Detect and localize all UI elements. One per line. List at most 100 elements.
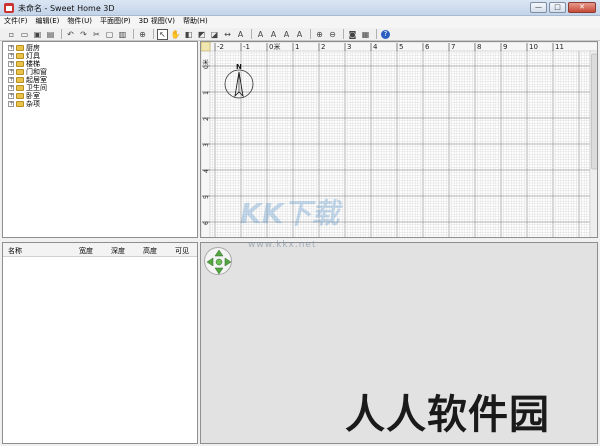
folder-icon	[16, 93, 24, 99]
column-visible[interactable]: 可见	[175, 246, 189, 256]
create-dimensions-icon[interactable]: ↔	[222, 29, 233, 40]
ruler-x-label: -2	[217, 43, 224, 51]
furniture-table: 名称 宽度 深度 高度 可见	[2, 242, 198, 444]
vertical-ruler	[201, 42, 211, 237]
save-as-icon[interactable]: ▤	[45, 29, 56, 40]
toolbar-separator	[61, 29, 62, 39]
ruler-x-label: 10	[529, 43, 538, 51]
ruler-y-label: 2	[203, 117, 210, 121]
zoom-in-icon[interactable]: ⊕	[314, 29, 325, 40]
ruler-x-label: 2	[321, 43, 325, 51]
toolbar-separator	[376, 29, 377, 39]
ruler-x-label: 3	[347, 43, 351, 51]
folder-icon	[16, 77, 24, 83]
ruler-x-label: 6	[425, 43, 430, 51]
column-height[interactable]: 高度	[143, 246, 157, 256]
ruler-y-label: 3	[203, 143, 210, 147]
watermark-kk: KK下载	[240, 197, 340, 230]
new-file-icon[interactable]: ▫	[6, 29, 17, 40]
expand-icon[interactable]: +	[8, 53, 14, 59]
toolbar-separator	[343, 29, 344, 39]
menu-plan[interactable]: 平面图(P)	[96, 16, 135, 28]
expand-icon[interactable]: +	[8, 85, 14, 91]
window-controls: — □ ✕	[530, 2, 596, 13]
ruler-y-label: 6	[203, 221, 210, 225]
catalog-item-label: 杂项	[26, 100, 40, 108]
maximize-button[interactable]: □	[549, 2, 566, 13]
folder-icon	[16, 45, 24, 51]
window-title: 未命名 - Sweet Home 3D	[18, 4, 115, 13]
watermark-site: 人人软件园	[345, 392, 550, 438]
folder-icon	[16, 69, 24, 75]
ruler-x-label: 11	[555, 43, 564, 51]
create-labels-icon[interactable]: A	[235, 29, 246, 40]
ruler-x-label: -1	[243, 43, 250, 51]
save-icon[interactable]: ▣	[32, 29, 43, 40]
toolbar-separator	[133, 29, 134, 39]
select-arrow-icon[interactable]: ↖	[157, 28, 168, 40]
toolbar: ▫ ▭ ▣ ▤ ↶ ↷ ✂ ▢ ▥ ⊕ ↖ ✋ ◧ ◩ ◪ ↔ A A A A …	[0, 28, 600, 41]
expand-icon[interactable]: +	[8, 77, 14, 83]
folder-icon	[16, 53, 24, 59]
text-style-italic-icon[interactable]: A	[268, 29, 279, 40]
help-icon[interactable]: ?	[380, 29, 391, 40]
folder-icon	[16, 85, 24, 91]
column-width[interactable]: 宽度	[79, 246, 93, 256]
minimize-button[interactable]: —	[530, 2, 547, 13]
text-style-bold-icon[interactable]: A	[255, 29, 266, 40]
undo-icon[interactable]: ↶	[65, 29, 76, 40]
ruler-x-label: 0米	[269, 42, 280, 51]
create-rooms-icon[interactable]: ◩	[196, 29, 207, 40]
text-increase-icon[interactable]: A	[281, 29, 292, 40]
create-polylines-icon[interactable]: ◪	[209, 29, 220, 40]
menu-file[interactable]: 文件(F)	[0, 16, 32, 28]
ruler-y-label: 5	[203, 195, 210, 199]
paste-icon[interactable]: ▥	[117, 29, 128, 40]
table-header: 名称 宽度 深度 高度 可见	[3, 243, 197, 257]
expand-icon[interactable]: +	[8, 69, 14, 75]
navigation-arrows-icon[interactable]	[204, 247, 232, 275]
menu-furniture[interactable]: 物件(U)	[63, 16, 96, 28]
expand-icon[interactable]: +	[8, 61, 14, 67]
column-depth[interactable]: 深度	[111, 246, 125, 256]
ruler-y-label: 4	[203, 169, 210, 173]
toolbar-separator	[310, 29, 311, 39]
ruler-y-label: 1	[203, 91, 210, 95]
close-button[interactable]: ✕	[568, 2, 596, 13]
catalog-item-misc[interactable]: + 杂项	[8, 100, 40, 108]
toolbar-separator	[251, 29, 252, 39]
open-folder-icon[interactable]: ▭	[19, 29, 30, 40]
watermark-url: www.kkx.net	[248, 240, 317, 250]
ruler-x-label: 7	[451, 43, 455, 51]
copy-icon[interactable]: ▢	[104, 29, 115, 40]
expand-icon[interactable]: +	[8, 45, 14, 51]
help-icon-glyph: ?	[381, 29, 390, 39]
toolbar-separator	[153, 29, 154, 39]
folder-icon	[16, 101, 24, 107]
create-walls-icon[interactable]: ◧	[183, 29, 194, 40]
menu-3d-view[interactable]: 3D 视图(V)	[135, 16, 179, 28]
create-photo-icon[interactable]: ◙	[347, 29, 358, 40]
menu-help[interactable]: 帮助(H)	[179, 16, 212, 28]
create-video-icon[interactable]: ▦	[360, 29, 371, 40]
ruler-x-label: 5	[399, 43, 403, 51]
ruler-x-label: 4	[373, 43, 378, 51]
ruler-corner	[201, 42, 211, 52]
title-bar: 未命名 - Sweet Home 3D — □ ✕	[0, 0, 600, 16]
ruler-x-label: 9	[503, 43, 507, 51]
add-furniture-icon[interactable]: ⊕	[137, 29, 148, 40]
cut-icon[interactable]: ✂	[91, 29, 102, 40]
pan-hand-icon[interactable]: ✋	[170, 29, 181, 40]
furniture-catalog-tree: + 厨房 + 灯具 + 楼梯 + 门和窗 + 起居室 + 卫生间 + 卧室 + …	[2, 41, 198, 238]
zoom-out-icon[interactable]: ⊖	[327, 29, 338, 40]
column-name[interactable]: 名称	[8, 246, 22, 256]
expand-icon[interactable]: +	[8, 101, 14, 107]
plan-scroll-thumb	[591, 53, 597, 170]
menu-edit[interactable]: 编辑(E)	[32, 16, 64, 28]
compass-north-label: N	[236, 63, 242, 71]
text-decrease-icon[interactable]: A	[294, 29, 305, 40]
app-icon	[4, 3, 14, 13]
menu-bar: 文件(F) 编辑(E) 物件(U) 平面图(P) 3D 视图(V) 帮助(H)	[0, 16, 600, 28]
redo-icon[interactable]: ↷	[78, 29, 89, 40]
expand-icon[interactable]: +	[8, 93, 14, 99]
